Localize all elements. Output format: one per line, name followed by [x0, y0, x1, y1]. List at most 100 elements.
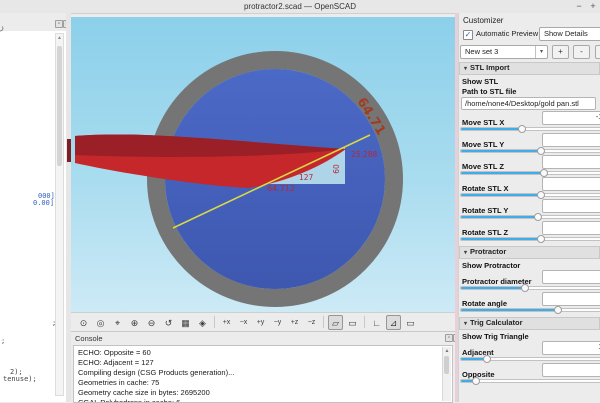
console-line: Geometry cache size in bytes: 2695200	[78, 388, 440, 398]
view-left-icon[interactable]: −x	[236, 315, 251, 330]
param-value-input[interactable]: 60.0	[542, 363, 600, 377]
preset-add-button[interactable]: +	[552, 45, 569, 59]
console-title: Console	[75, 334, 103, 343]
slider-handle[interactable]	[521, 284, 529, 292]
section-header[interactable]: ▾Trig Calculator	[459, 317, 600, 330]
editor-scrollbar[interactable]: ▲	[55, 33, 64, 396]
scroll-up-icon[interactable]: ▲	[56, 34, 63, 42]
param-slider[interactable]	[461, 234, 600, 244]
chevron-down-icon[interactable]: ▾	[535, 46, 547, 58]
view-top-icon[interactable]: +z	[287, 315, 302, 330]
slider-track[interactable]	[460, 127, 600, 131]
view-back-icon[interactable]: −y	[270, 315, 285, 330]
measure-angle-icon[interactable]: ⊿	[386, 315, 401, 330]
toggle-label[interactable]: Show STL	[462, 77, 600, 86]
orthogonal-icon[interactable]: ▭	[345, 315, 360, 330]
3d-viewport[interactable]: 64.71 25.288 60 127 64.712	[71, 17, 455, 312]
automatic-preview-checkbox[interactable]: ✓	[463, 30, 473, 40]
measure-distance-icon[interactable]: ∟	[369, 315, 384, 330]
scroll-up-icon[interactable]: ▲	[443, 347, 451, 355]
editor-scroll-handle[interactable]	[57, 46, 62, 166]
preset-save-button[interactable]	[595, 45, 600, 59]
slider-fill	[461, 309, 557, 311]
console-panel: Console ▫ × ECHO: Opposite = 60ECHO: Adj…	[71, 331, 455, 403]
code-fragment: tenuse);	[3, 375, 37, 383]
export-image-icon[interactable]: ▦	[178, 315, 193, 330]
rotate-view-icon[interactable]: ↺	[161, 315, 176, 330]
slider-handle[interactable]	[537, 191, 545, 199]
param-row: Move STL Y-2.5	[462, 134, 600, 146]
redo-icon[interactable]: ↻	[0, 24, 4, 35]
view-right-icon[interactable]: +x	[219, 315, 234, 330]
slider-handle[interactable]	[518, 125, 526, 133]
view-all-icon[interactable]: ⊙	[76, 315, 91, 330]
section-header[interactable]: ▾STL Import	[459, 62, 600, 75]
console-undock-icon[interactable]: ▫	[445, 334, 453, 342]
slider-track[interactable]	[460, 193, 600, 197]
minimize-button[interactable]: −	[573, 0, 585, 12]
param-value-input[interactable]: 0.0	[542, 177, 600, 191]
perspective-icon[interactable]: ▱	[328, 315, 343, 330]
slider-track[interactable]	[460, 171, 600, 175]
show-details-dropdown[interactable]: Show Details	[539, 27, 600, 41]
slider-handle[interactable]	[483, 355, 491, 363]
console-output[interactable]: ECHO: Opposite = 60ECHO: Adjacent = 127C…	[73, 345, 453, 403]
slider-track[interactable]	[460, 149, 600, 153]
param-value-input[interactable]: 0.0	[542, 199, 600, 213]
slider-handle[interactable]	[554, 306, 562, 314]
param-row: Opposite60.0	[462, 364, 600, 376]
view-selection-icon[interactable]: ▭	[403, 315, 418, 330]
param-value-input[interactable]: 64.7	[542, 292, 600, 306]
param-value-input[interactable]: 381.	[542, 270, 600, 284]
param-value-input[interactable]: 127.0	[542, 341, 600, 355]
stl-path-input[interactable]: /home/none4/Desktop/gold pan.stl	[461, 97, 596, 110]
slider-handle[interactable]	[534, 213, 542, 221]
console-scroll-handle[interactable]	[444, 356, 449, 374]
param-slider[interactable]	[461, 305, 600, 315]
slider-track[interactable]	[460, 286, 600, 290]
adjacent-label: 127	[299, 173, 314, 182]
param-row: Rotate angle64.7	[462, 293, 600, 305]
zoom-out-icon[interactable]: ⊖	[144, 315, 159, 330]
code-fragment: 0.00]	[33, 199, 54, 207]
reset-view-icon[interactable]: ◎	[93, 315, 108, 330]
code-fragment: ;	[1, 337, 5, 345]
param-value-input[interactable]: -127.0	[542, 111, 600, 125]
toggle-label[interactable]: Show Protractor	[462, 261, 600, 270]
slider-handle[interactable]	[537, 235, 545, 243]
console-scrollbar[interactable]: ▲	[442, 347, 451, 401]
param-value-input[interactable]: 30.0	[542, 155, 600, 169]
param-value-input[interactable]: 0.0	[542, 221, 600, 235]
customizer-panel: Customizer ✓ Automatic Preview Show Deta…	[458, 13, 600, 402]
slider-handle[interactable]	[540, 169, 548, 177]
slider-handle[interactable]	[472, 377, 480, 385]
param-value-input[interactable]: -2.5	[542, 133, 600, 147]
zoom-in-icon[interactable]: ⊕	[127, 315, 142, 330]
maximize-button[interactable]: +	[587, 0, 599, 12]
view-front-icon[interactable]: +y	[253, 315, 268, 330]
param-slider[interactable]	[461, 376, 600, 386]
slider-track[interactable]	[460, 308, 600, 312]
editor-undock-icon[interactable]: ▫	[55, 20, 63, 28]
preset-dropdown[interactable]: New set 3 ▾	[460, 45, 548, 59]
slider-track[interactable]	[460, 237, 600, 241]
slider-fill	[461, 238, 540, 240]
slider-track[interactable]	[460, 379, 600, 383]
toolbar-separator	[364, 316, 365, 328]
console-line: ECHO: Adjacent = 127	[78, 358, 440, 368]
automatic-preview-label: Automatic Preview	[476, 29, 538, 38]
toggle-label[interactable]: Show Trig Triangle	[462, 332, 600, 341]
view-bottom-icon[interactable]: −z	[304, 315, 319, 330]
slider-track[interactable]	[460, 357, 600, 361]
preset-remove-button[interactable]: -	[573, 45, 590, 59]
slider-track[interactable]	[460, 215, 600, 219]
base-angle-label: 64.712	[267, 184, 295, 193]
slider-handle[interactable]	[537, 147, 545, 155]
customizer-title: Customizer	[463, 16, 503, 25]
zoom-all-icon[interactable]: ⌖	[110, 315, 125, 330]
view-gimbal-icon[interactable]: ◈	[195, 315, 210, 330]
param-row: Move STL Z30.0	[462, 156, 600, 168]
param-row: Move STL X-127.0	[462, 112, 600, 124]
slider-fill	[461, 194, 540, 196]
section-header[interactable]: ▾Protractor	[459, 246, 600, 259]
